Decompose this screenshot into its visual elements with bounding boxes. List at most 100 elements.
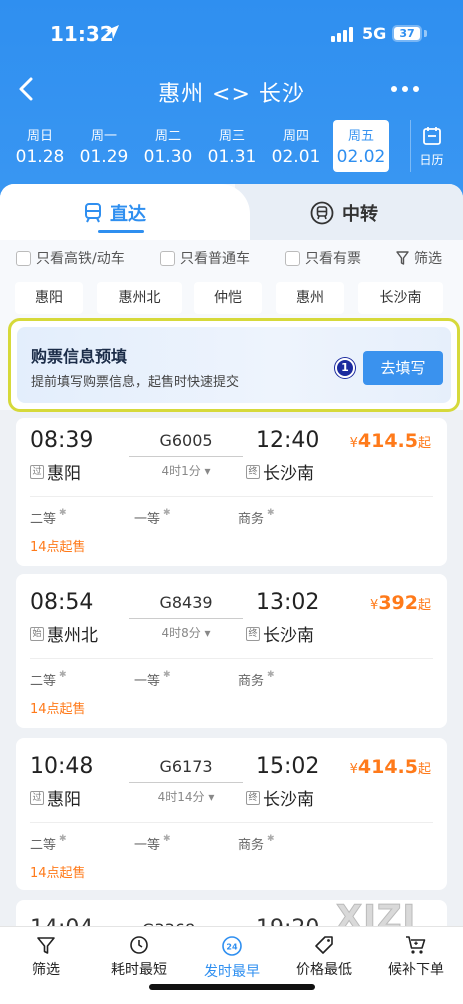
currency: ¥ — [349, 436, 358, 451]
price-suffix: 起 — [417, 762, 431, 777]
train-card[interactable]: 08:39 G6005 4时1分 ▾ 12:40 ¥414.5起 过惠阳 终长沙… — [16, 418, 447, 566]
tab-direct[interactable]: 直达 — [84, 200, 146, 226]
price-suffix: 起 — [417, 436, 431, 451]
station-chip[interactable]: 长沙南 — [358, 282, 443, 314]
sort-price-button[interactable]: 价格最低 — [278, 935, 370, 979]
date-value: 02.01 — [271, 147, 321, 167]
filter-high-speed[interactable]: 只看高铁/动车 — [16, 248, 125, 268]
seat-class: 二等 ✱ — [30, 834, 67, 853]
departure-station: 过惠阳 — [30, 459, 81, 484]
bottom-label: 候补下单 — [388, 962, 444, 978]
date-item[interactable]: 周四 02.01 — [268, 120, 324, 172]
divider — [30, 822, 433, 823]
seat-label: 二等 — [30, 674, 57, 689]
station-name: 长沙南 — [263, 464, 314, 484]
prefill-subtitle: 提前填写购票信息，起售时快速提交 — [31, 375, 240, 390]
more-icon[interactable] — [388, 82, 422, 96]
price-value: 414.5 — [357, 430, 418, 452]
station-name: 惠阳 — [47, 790, 81, 810]
seat-class: 一等 ✱ — [134, 834, 171, 853]
prefill-title: 购票信息预填 — [31, 347, 128, 366]
date-weekday: 周三 — [218, 129, 245, 144]
waitlist-button[interactable]: 候补下单 — [370, 935, 462, 979]
filter-icon — [37, 937, 55, 954]
arrival-time: 12:40 — [256, 428, 320, 453]
home-indicator — [149, 984, 315, 990]
seat-class: 一等 ✱ — [134, 670, 171, 689]
train-number: G6173 — [159, 757, 213, 776]
funnel-icon — [396, 251, 409, 265]
date-item[interactable]: 周二 01.30 — [140, 120, 196, 172]
network-type: 5G — [362, 24, 387, 43]
train-card[interactable]: 10:48 G6173 4时14分 ▾ 15:02 ¥414.5起 过惠阳 终长… — [16, 738, 447, 890]
date-item[interactable]: 周三 01.31 — [204, 120, 260, 172]
calendar-icon — [422, 127, 441, 145]
sort-duration-button[interactable]: 耗时最短 — [93, 935, 185, 979]
price: ¥414.5起 — [350, 756, 431, 778]
station-tag: 终 — [246, 464, 260, 479]
divider — [30, 496, 433, 497]
train-number: G6005 — [159, 431, 213, 450]
route-line — [129, 456, 243, 457]
bottom-label: 发时最早 — [204, 964, 260, 980]
train-card[interactable]: 08:54 G8439 4时8分 ▾ 13:02 ¥392起 始惠州北 终长沙南… — [16, 574, 447, 728]
seat-label: 一等 — [134, 674, 161, 689]
station-tag: 终 — [246, 790, 260, 805]
seat-class: 二等 ✱ — [30, 670, 67, 689]
departure-time: 08:54 — [30, 590, 94, 615]
checkbox[interactable] — [285, 250, 300, 266]
date-item[interactable]: 周日 01.28 — [12, 120, 68, 172]
signal-icon — [331, 27, 353, 42]
filter-button[interactable]: 筛选 — [396, 248, 442, 268]
station-chip[interactable]: 惠州 — [276, 282, 344, 314]
seat-label: 二等 — [30, 512, 57, 527]
prefill-inner: 购票信息预填 提前填写购票信息，起售时快速提交 1 去填写 — [17, 327, 451, 403]
calendar-button[interactable]: 日历 — [410, 120, 452, 172]
sale-time: 14点起售 — [30, 702, 86, 717]
date-strip: 周日 01.28 周一 01.29 周二 01.30 周三 01.31 周四 0… — [0, 120, 463, 176]
seat-label: 二等 — [30, 838, 57, 853]
filter-normal[interactable]: 只看普通车 — [160, 248, 250, 268]
battery-icon: 37 — [392, 25, 422, 42]
cart-icon — [406, 936, 426, 954]
location-arrow-icon — [105, 25, 119, 39]
bottom-filter-button[interactable]: 筛选 — [0, 935, 92, 979]
checkbox[interactable] — [16, 250, 31, 266]
station-tag: 过 — [30, 464, 44, 479]
arrival-time: 13:02 — [256, 590, 320, 615]
station-name: 惠阳 — [47, 464, 81, 484]
price: ¥414.5起 — [350, 430, 431, 452]
date-weekday: 周日 — [26, 129, 53, 144]
station-chip[interactable]: 惠阳 — [15, 282, 83, 314]
route-line — [129, 618, 243, 619]
filter-label: 只看高铁/动车 — [36, 251, 125, 267]
seat-label: 商务 — [238, 674, 265, 689]
departure-time: 08:39 — [30, 428, 94, 453]
tab-transfer-label: 中转 — [342, 204, 378, 225]
station-name: 惠州北 — [47, 626, 98, 646]
sort-earliest-button[interactable]: 24 发时最早 — [186, 935, 278, 981]
date-item[interactable]: 周一 01.29 — [76, 120, 132, 172]
date-weekday: 周五 — [347, 129, 374, 144]
train-number: G8439 — [159, 593, 213, 612]
filter-available[interactable]: 只看有票 — [285, 248, 361, 268]
price-tag-icon — [315, 936, 333, 954]
date-item-selected[interactable]: 周五 02.02 — [333, 120, 389, 172]
seat-label: 一等 — [134, 512, 161, 527]
station-chip[interactable]: 仲恺 — [194, 282, 262, 314]
bottom-label: 耗时最短 — [111, 962, 167, 978]
transfer-train-icon — [310, 201, 334, 225]
ticket-prefill-banner: 购票信息预填 提前填写购票信息，起售时快速提交 1 去填写 — [8, 318, 460, 412]
date-value: 01.30 — [143, 147, 193, 167]
tab-transfer[interactable]: 中转 — [310, 200, 378, 226]
seat-class: 二等 ✱ — [30, 508, 67, 527]
price: ¥392起 — [370, 592, 431, 614]
prefill-button[interactable]: 去填写 — [363, 351, 443, 385]
checkbox[interactable] — [160, 250, 175, 266]
station-tag: 终 — [246, 626, 260, 641]
battery-level: 37 — [394, 27, 420, 40]
price-value: 392 — [378, 592, 418, 614]
station-chip[interactable]: 惠州北 — [97, 282, 182, 314]
train-icon — [85, 203, 101, 223]
tab-direct-label: 直达 — [110, 204, 146, 225]
